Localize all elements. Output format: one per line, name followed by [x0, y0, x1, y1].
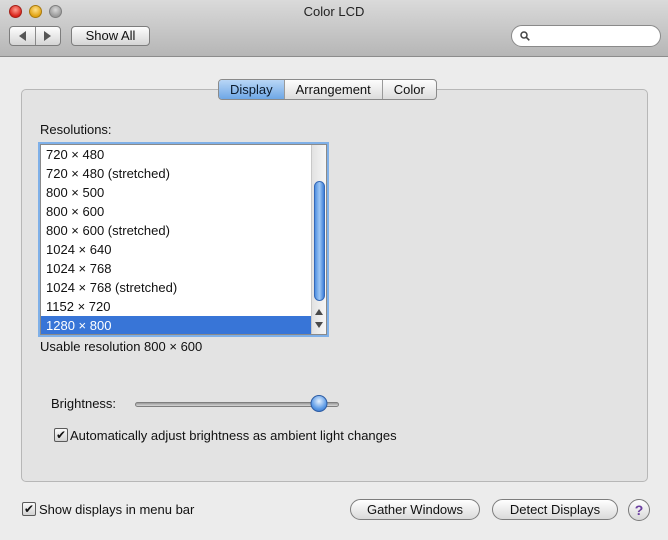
- list-item[interactable]: 720 × 480: [41, 145, 311, 164]
- list-item[interactable]: 800 × 500: [41, 183, 311, 202]
- tab-display[interactable]: Display: [219, 80, 284, 99]
- detect-displays-button[interactable]: Detect Displays: [492, 499, 618, 520]
- brightness-label: Brightness:: [51, 396, 117, 411]
- system-preferences-window: Color LCD Show All Display Arrangement C…: [0, 0, 668, 540]
- tab-color[interactable]: Color: [381, 80, 436, 99]
- arrow-left-icon: [18, 31, 26, 41]
- forward-button[interactable]: [34, 27, 61, 45]
- scroll-down-arrow-icon[interactable]: [315, 322, 323, 328]
- toolbar: Color LCD Show All: [0, 0, 668, 57]
- arrow-right-icon: [44, 31, 52, 41]
- resolutions-label: Resolutions:: [40, 122, 112, 137]
- tab-bar: Display Arrangement Color: [218, 79, 437, 100]
- auto-brightness-label[interactable]: Automatically adjust brightness as ambie…: [70, 428, 397, 443]
- list-item[interactable]: 800 × 600 (stretched): [41, 221, 311, 240]
- search-field[interactable]: [511, 25, 661, 47]
- back-button[interactable]: [10, 27, 35, 45]
- show-in-menu-bar-checkbox[interactable]: ✔: [22, 502, 36, 516]
- gather-windows-button[interactable]: Gather Windows: [350, 499, 480, 520]
- usable-resolution-text: Usable resolution 800 × 600: [40, 339, 203, 354]
- resolutions-list[interactable]: 720 × 480 720 × 480 (stretched) 800 × 50…: [40, 144, 327, 335]
- show-in-menu-bar-label[interactable]: Show displays in menu bar: [39, 502, 194, 517]
- scrollbar-thumb[interactable]: [314, 181, 325, 301]
- search-icon: [520, 31, 530, 41]
- list-item[interactable]: 1152 × 720: [41, 297, 311, 316]
- window-title: Color LCD: [303, 4, 365, 19]
- brightness-slider[interactable]: [135, 402, 339, 407]
- auto-brightness-checkbox[interactable]: ✔: [54, 428, 68, 442]
- show-all-button[interactable]: Show All: [71, 26, 150, 46]
- brightness-slider-knob[interactable]: [310, 395, 328, 412]
- list-item[interactable]: 800 × 600: [41, 202, 311, 221]
- list-item[interactable]: 1024 × 768 (stretched): [41, 278, 311, 297]
- list-item[interactable]: 1024 × 768: [41, 259, 311, 278]
- back-forward-control: [9, 26, 61, 46]
- scroll-up-arrow-icon[interactable]: [315, 309, 323, 315]
- list-item[interactable]: 1024 × 640: [41, 240, 311, 259]
- tab-arrangement[interactable]: Arrangement: [283, 80, 382, 99]
- list-item-selected[interactable]: 1280 × 800: [41, 316, 311, 334]
- list-scrollbar[interactable]: [311, 145, 326, 334]
- help-button[interactable]: ?: [628, 499, 650, 521]
- list-item[interactable]: 720 × 480 (stretched): [41, 164, 311, 183]
